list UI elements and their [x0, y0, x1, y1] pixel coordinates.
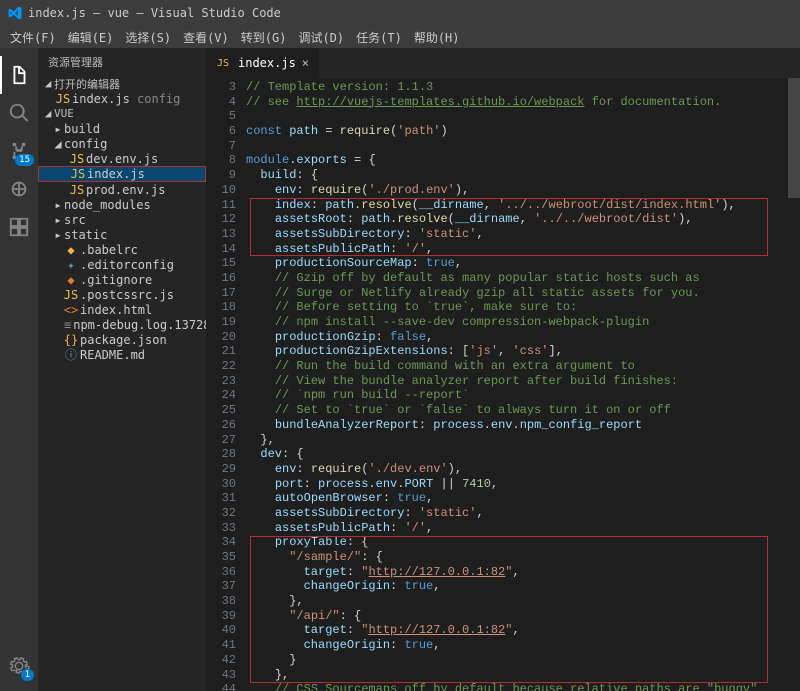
folder-node-modules[interactable]: ▸node_modules	[38, 197, 206, 212]
scm-badge: 15	[15, 154, 34, 166]
file-editorconfig[interactable]: ✦.editorconfig	[38, 257, 206, 272]
file-prod-env[interactable]: JSprod.env.js	[38, 182, 206, 197]
git-icon: ◆	[64, 273, 78, 287]
menubar[interactable]: 文件(F) 编辑(E) 选择(S) 查看(V) 转到(G) 调试(D) 任务(T…	[0, 26, 800, 48]
files-icon	[8, 64, 30, 86]
sidebar-title: 资源管理器	[38, 48, 206, 76]
js-icon: JS	[56, 92, 70, 106]
activity-search[interactable]	[0, 94, 38, 132]
js-icon: JS	[64, 288, 78, 302]
file-index-html[interactable]: <>index.html	[38, 302, 206, 317]
log-icon: ≡	[64, 318, 71, 332]
js-icon: JS	[70, 152, 84, 166]
extensions-icon	[8, 216, 30, 238]
close-icon[interactable]: ×	[302, 56, 309, 70]
file-babelrc[interactable]: ◆.babelrc	[38, 242, 206, 257]
menu-file[interactable]: 文件(F)	[6, 27, 60, 48]
activity-debug[interactable]	[0, 170, 38, 208]
file-package-json[interactable]: {}package.json	[38, 332, 206, 347]
window-title: index.js — vue — Visual Studio Code	[28, 6, 281, 20]
js-icon: JS	[216, 58, 230, 69]
js-icon: JS	[70, 183, 84, 197]
search-icon	[8, 102, 30, 124]
babel-icon: ◆	[64, 243, 78, 257]
menu-goto[interactable]: 转到(G)	[237, 27, 291, 48]
folder-config[interactable]: ◢config	[38, 136, 206, 151]
sidebar-explorer: 资源管理器 ◢打开的编辑器 JSindex.js config ◢VUE ▸bu…	[38, 48, 206, 691]
activity-scm[interactable]: 15	[0, 132, 38, 170]
file-gitignore[interactable]: ◆.gitignore	[38, 272, 206, 287]
line-number-gutter: 3456789101112131415161718192021222324252…	[206, 78, 246, 691]
menu-debug[interactable]: 调试(D)	[294, 27, 348, 48]
editor-group: JS index.js × 34567891011121314151617181…	[206, 48, 800, 691]
menu-help[interactable]: 帮助(H)	[410, 27, 464, 48]
folder-src[interactable]: ▸src	[38, 212, 206, 227]
code-content[interactable]: // Template version: 1.1.3// see http://…	[246, 78, 788, 691]
section-open-editors[interactable]: ◢打开的编辑器	[38, 76, 206, 91]
file-postcssrc[interactable]: JS.postcssrc.js	[38, 287, 206, 302]
readme-icon: ⓘ	[64, 346, 78, 362]
activity-settings[interactable]: 1	[0, 647, 38, 685]
section-project[interactable]: ◢VUE	[38, 106, 206, 121]
json-icon: {}	[64, 333, 78, 347]
vertical-scrollbar[interactable]	[788, 78, 800, 691]
bug-icon	[8, 178, 30, 200]
menu-select[interactable]: 选择(S)	[121, 27, 175, 48]
config-icon: ✦	[64, 258, 78, 272]
scrollbar-thumb[interactable]	[788, 78, 800, 198]
menu-tasks[interactable]: 任务(T)	[352, 27, 406, 48]
file-index-js[interactable]: JSindex.js	[38, 166, 206, 182]
settings-badge: 1	[21, 669, 34, 681]
js-icon: JS	[71, 167, 85, 181]
html-icon: <>	[64, 303, 78, 317]
annotation-highlight-box	[250, 198, 768, 257]
activitybar: 15 1	[0, 48, 38, 691]
window-titlebar: index.js — vue — Visual Studio Code	[0, 0, 800, 26]
code-editor[interactable]: 3456789101112131415161718192021222324252…	[206, 78, 800, 691]
open-editor-item[interactable]: JSindex.js config	[38, 91, 206, 106]
tab-index-js[interactable]: JS index.js ×	[206, 48, 319, 78]
folder-build[interactable]: ▸build	[38, 121, 206, 136]
file-npm-debug[interactable]: ≡npm-debug.log.137286158	[38, 317, 206, 332]
activity-explorer[interactable]	[0, 56, 38, 94]
menu-edit[interactable]: 编辑(E)	[64, 27, 118, 48]
folder-static[interactable]: ▸static	[38, 227, 206, 242]
file-readme[interactable]: ⓘREADME.md	[38, 347, 206, 362]
tab-bar[interactable]: JS index.js ×	[206, 48, 800, 78]
vscode-logo-icon	[8, 6, 22, 20]
activity-extensions[interactable]	[0, 208, 38, 246]
tab-label: index.js	[238, 56, 296, 70]
menu-view[interactable]: 查看(V)	[179, 27, 233, 48]
annotation-highlight-box	[250, 536, 768, 683]
file-dev-env[interactable]: JSdev.env.js	[38, 151, 206, 166]
